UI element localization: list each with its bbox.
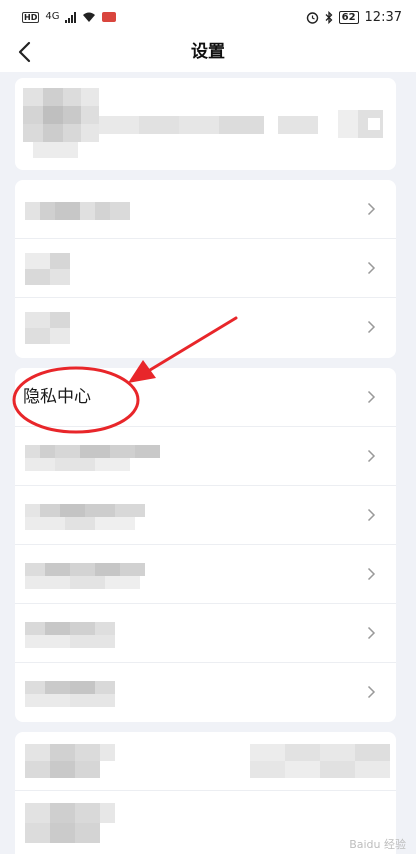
bluetooth-icon [325,10,333,24]
wifi-icon [83,12,96,22]
settings-item[interactable] [15,486,396,545]
settings-group-1 [15,180,396,358]
account-card[interactable] [15,78,396,170]
chevron-right-icon [367,685,376,699]
clock: 12:37 [364,9,402,25]
blurred-label [25,202,135,220]
settings-group-3 [15,732,396,854]
blurred-label [25,312,75,344]
chevron-right-icon [367,261,376,275]
page-title: 设置 [191,42,225,62]
app-notification-icon [102,12,117,22]
blurred-label [25,803,120,843]
blurred-value [250,744,390,778]
blurred-label [25,253,75,285]
nav-header: 设置 [0,34,416,72]
settings-item[interactable] [15,791,396,850]
blurred-label [25,622,120,648]
chevron-right-icon [367,626,376,640]
settings-group-2: 隐私中心 [15,368,396,722]
settings-item[interactable] [15,298,396,357]
blurred-label [25,445,165,471]
blurred-account-info [23,88,393,163]
chevron-right-icon [367,508,376,522]
battery-indicator: 62 [338,10,359,24]
status-left: HD 4G [22,11,117,23]
chevron-right-icon [367,202,376,216]
settings-item[interactable] [15,604,396,663]
status-right: 62 12:37 [306,10,402,25]
chevron-right-icon [367,567,376,581]
settings-item[interactable] [15,545,396,604]
privacy-center-label: 隐私中心 [23,387,91,407]
settings-item[interactable] [15,663,396,722]
chevron-right-icon [367,390,376,404]
settings-item[interactable] [15,732,396,791]
blurred-label [25,744,120,778]
blurred-label [25,504,150,530]
chevron-right-icon [367,449,376,463]
blurred-label [25,681,120,707]
alarm-icon [306,11,318,24]
blurred-label [25,563,150,589]
chevron-right-icon [367,320,376,334]
settings-item[interactable] [15,180,396,239]
settings-item[interactable] [15,239,396,298]
watermark: Baidu 经验 [349,838,406,851]
network-type: 4G [45,11,60,22]
signal-icon [65,11,77,23]
hd-badge: HD [22,11,40,23]
status-bar: HD 4G 62 12:37 [0,0,416,34]
privacy-center-item[interactable]: 隐私中心 [15,368,396,427]
settings-item[interactable] [15,427,396,486]
